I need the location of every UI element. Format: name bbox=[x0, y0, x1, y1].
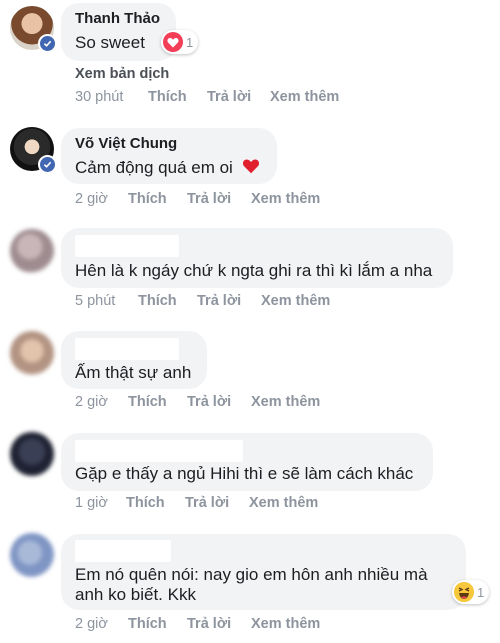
reply-button[interactable]: Trả lời bbox=[187, 191, 231, 207]
reply-button[interactable]: Trả lời bbox=[187, 394, 231, 410]
comment-text: So sweet bbox=[75, 33, 145, 52]
comment-time[interactable]: 2 giờ bbox=[75, 191, 108, 207]
like-button[interactable]: Thích bbox=[126, 495, 165, 511]
comment-text-content: Cảm động quá em oi bbox=[75, 158, 233, 177]
comment-text: Hên là k ngáy chứ k ngta ghi ra thì kì l… bbox=[75, 261, 433, 280]
comment-author[interactable] bbox=[75, 338, 179, 360]
reaction-count-text: 1 bbox=[186, 34, 194, 50]
comment-author[interactable]: Võ Việt Chung bbox=[75, 135, 177, 152]
like-button[interactable]: Thích bbox=[128, 191, 167, 207]
comment-time[interactable]: 1 giờ bbox=[75, 495, 108, 511]
reply-button[interactable]: Trả lời bbox=[187, 616, 231, 632]
like-button[interactable]: Thích bbox=[148, 89, 187, 105]
avatar[interactable] bbox=[10, 331, 54, 375]
comment-author[interactable] bbox=[75, 540, 171, 562]
comment-time[interactable]: 2 giờ bbox=[75, 616, 108, 632]
heart-icon bbox=[163, 32, 183, 52]
see-more-button[interactable]: Xem thêm bbox=[270, 89, 339, 105]
heart-emoji-icon bbox=[242, 156, 260, 181]
verified-badge-icon bbox=[38, 155, 57, 174]
reply-button[interactable]: Trả lời bbox=[197, 293, 241, 309]
comment-text: Cảm động quá em oi bbox=[75, 155, 260, 181]
comment-text: anh ko biết. Kkk bbox=[75, 585, 196, 604]
reaction-count-text: 1 bbox=[477, 584, 485, 600]
see-translation-link[interactable]: Xem bản dịch bbox=[75, 66, 169, 82]
avatar[interactable] bbox=[10, 229, 54, 273]
like-button[interactable]: Thích bbox=[128, 394, 167, 410]
comment-text: Ấm thật sự anh bbox=[75, 363, 192, 382]
comment-author[interactable]: Thanh Thảo bbox=[75, 10, 160, 27]
like-button[interactable]: Thích bbox=[128, 616, 167, 632]
reply-button[interactable]: Trả lời bbox=[207, 89, 251, 105]
reaction-count[interactable]: 1 bbox=[452, 580, 490, 604]
see-more-button[interactable]: Xem thêm bbox=[249, 495, 318, 511]
avatar[interactable] bbox=[10, 533, 54, 577]
reaction-count[interactable]: 1 bbox=[161, 30, 199, 54]
like-button[interactable]: Thích bbox=[138, 293, 177, 309]
see-more-button[interactable]: Xem thêm bbox=[251, 394, 320, 410]
verified-badge-icon bbox=[38, 34, 57, 53]
avatar[interactable] bbox=[10, 432, 54, 476]
comment-time[interactable]: 30 phút bbox=[75, 89, 123, 105]
comment-time[interactable]: 2 giờ bbox=[75, 394, 108, 410]
see-more-button[interactable]: Xem thêm bbox=[251, 191, 320, 207]
see-more-button[interactable]: Xem thêm bbox=[251, 616, 320, 632]
haha-icon bbox=[454, 582, 474, 602]
reply-button[interactable]: Trả lời bbox=[185, 495, 229, 511]
comment-time[interactable]: 5 phút bbox=[75, 293, 115, 309]
comment-text: Gặp e thấy a ngủ Hihi thì e sẽ làm cách … bbox=[75, 464, 414, 483]
comment-author[interactable] bbox=[75, 440, 243, 462]
see-more-button[interactable]: Xem thêm bbox=[261, 293, 330, 309]
comment-author[interactable] bbox=[75, 235, 179, 257]
